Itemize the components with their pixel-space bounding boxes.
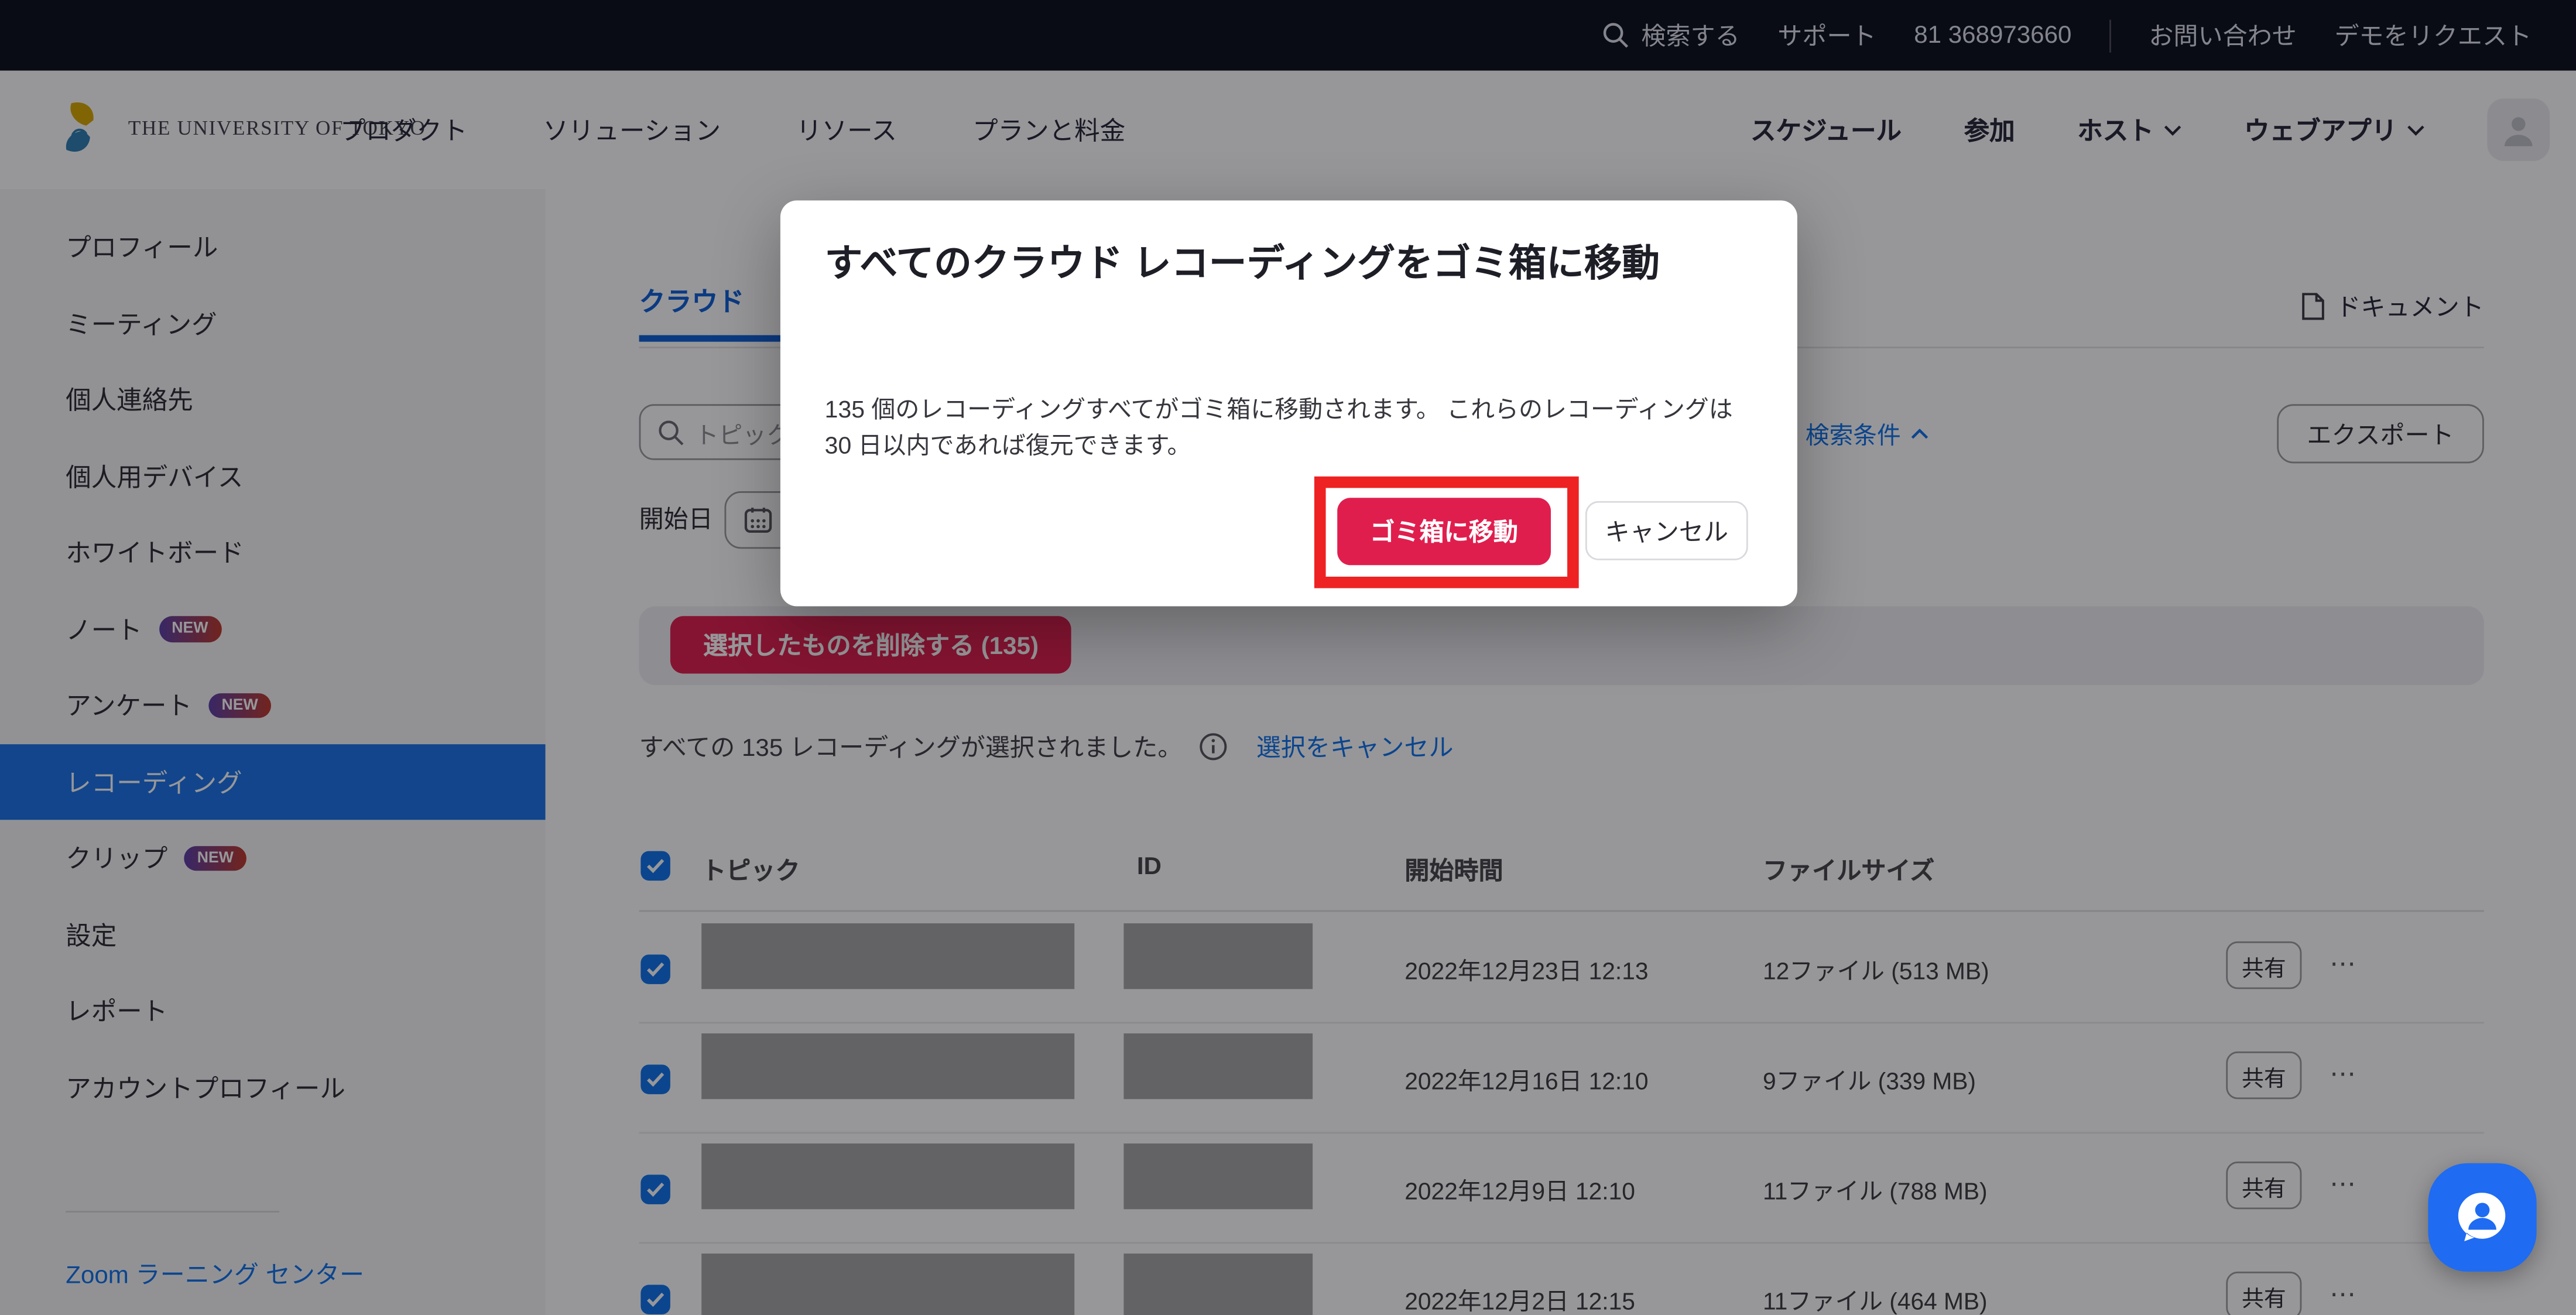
dialog-title: すべてのクラウド レコーディングをゴミ箱に移動: [825, 237, 1771, 291]
chat-fab-button[interactable]: [2428, 1163, 2536, 1272]
cancel-button[interactable]: キャンセル: [1585, 501, 1748, 560]
move-to-trash-dialog: すべてのクラウド レコーディングをゴミ箱に移動 135 個のレコーディングすべて…: [780, 200, 1797, 605]
page: 検索する サポート 81 368973660 お問い合わせ デモをリクエスト T…: [0, 0, 2576, 1315]
chat-contact-icon: [2451, 1186, 2514, 1249]
dialog-body-text: 135 個のレコーディングすべてがゴミ箱に移動されます。 これらのレコーディング…: [825, 394, 1765, 465]
move-to-trash-button[interactable]: ゴミ箱に移動: [1337, 498, 1551, 565]
modal-backdrop[interactable]: [0, 0, 2576, 1315]
